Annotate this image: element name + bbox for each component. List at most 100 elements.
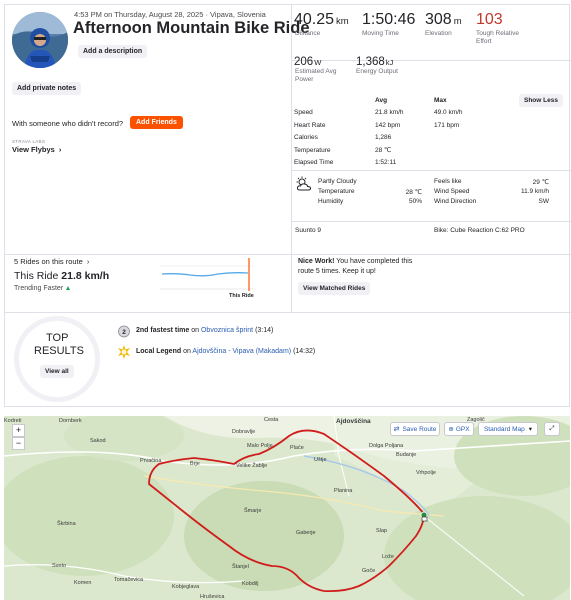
trend-up-icon xyxy=(66,286,71,291)
weather-humidity-value: 50% xyxy=(408,198,422,205)
map-place-label: Brje xyxy=(190,461,200,467)
table-row: Calories 1,286 xyxy=(294,132,494,145)
trending-label: Trending Faster xyxy=(14,285,64,292)
gpx-download-button[interactable]: ⊕ GPX xyxy=(444,422,474,436)
add-friends-button[interactable]: Add Friends xyxy=(130,116,183,129)
rides-on-route-label: 5 Rides on this route xyxy=(14,257,83,266)
result-on: on xyxy=(189,327,201,334)
chevron-down-icon: ▾ xyxy=(528,426,533,433)
map-place-label: Planina xyxy=(334,488,353,494)
weather-wind-direction-value: SW xyxy=(538,198,549,205)
column-divider xyxy=(291,255,292,312)
route-finish-marker xyxy=(421,516,428,522)
map-place-label: Uštje xyxy=(314,457,327,463)
stats-divider xyxy=(291,170,571,171)
fullscreen-button[interactable]: ⤢ xyxy=(544,422,560,436)
weather-feels-like-value: 29 ℃ xyxy=(532,179,549,186)
map-place-label: Kobdilj xyxy=(242,581,259,587)
map-place-label: Cesta xyxy=(264,417,279,423)
row-max: 171 bpm xyxy=(434,121,460,129)
table-row: Temperature 28 ℃ xyxy=(294,144,494,157)
row-label: Speed xyxy=(294,109,313,117)
gpx-label: GPX xyxy=(455,425,470,433)
weather-humidity-label: Humidity xyxy=(318,198,344,205)
map-place-label: Tomačevica xyxy=(114,577,144,583)
table-row: Elapsed Time 1:52:11 xyxy=(294,157,494,170)
stat-relative-effort-label[interactable]: Tough Relative Effort xyxy=(476,30,520,46)
row-avg: 1:52:11 xyxy=(375,159,397,167)
table-header-avg: Avg xyxy=(375,96,388,104)
map-place-label: Malo Polje xyxy=(247,443,273,449)
add-private-notes-button[interactable]: Add private notes xyxy=(12,82,82,95)
weather-feels-like-label: Feels like xyxy=(434,178,462,185)
rides-on-route-link[interactable]: 5 Rides on this route › xyxy=(14,257,89,266)
local-legend-icon xyxy=(117,345,131,364)
table-row: Heart Rate 142 bpm 171 bpm xyxy=(294,119,494,132)
map-place-label: Kobjeglava xyxy=(172,584,200,590)
view-matched-rides-button[interactable]: View Matched Rides xyxy=(298,282,371,295)
view-flybys-label: View Flybys xyxy=(12,145,55,154)
zoom-out-button[interactable]: − xyxy=(12,437,25,450)
result-title: Local Legend xyxy=(136,348,182,355)
row-max xyxy=(434,144,494,157)
top-results-title-2: RESULTS xyxy=(34,345,84,357)
stat-distance-value: 40.25 km xyxy=(294,11,349,28)
view-flybys-link[interactable]: View Flybys › xyxy=(12,145,61,154)
section-divider xyxy=(5,312,571,313)
save-route-label: Save Route xyxy=(402,425,437,433)
view-all-button[interactable]: View all xyxy=(40,365,74,378)
result-on: on xyxy=(181,348,193,355)
map-place-label: Ajdovščina xyxy=(336,418,371,425)
map-style-label: Standard Map xyxy=(483,425,525,433)
stat-elevation-value: 308 m xyxy=(425,11,462,28)
map-place-label: Sveto xyxy=(52,563,67,569)
map-place-label: Prvačina xyxy=(140,458,162,464)
map-place-label: Budanje xyxy=(396,452,417,458)
nice-work-message: Nice Work! You have completed this route… xyxy=(298,257,424,277)
weather-wind-speed-value: 11.9 km/h xyxy=(520,188,549,195)
map-place-label: Štanjel xyxy=(232,564,249,570)
map-place-label: Slap xyxy=(376,528,388,534)
result-item: 2nd fastest time on Obvoznica šprint (3:… xyxy=(136,327,273,334)
chevron-right-icon: › xyxy=(86,257,90,266)
section-divider xyxy=(5,254,571,255)
chevron-right-icon: › xyxy=(58,145,62,154)
athlete-avatar[interactable] xyxy=(12,12,68,68)
map-place-label: Dobravlje xyxy=(232,429,256,435)
route-map[interactable]: Kodreti Ajdovščina Dornberk Sakod Prvači… xyxy=(4,416,570,600)
row-max xyxy=(434,157,494,170)
stat-power-value: 206W xyxy=(294,56,322,68)
download-icon: ⊕ xyxy=(448,426,454,433)
map-place-label: Gaberje xyxy=(296,530,316,536)
this-ride-label: This Ride xyxy=(14,270,59,282)
weather-wind-direction-label: Wind Direction xyxy=(434,198,477,205)
stat-moving-time-value: 1:50:46 xyxy=(362,11,416,28)
table-header-blank xyxy=(294,94,375,107)
stat-energy-value: 1,368kJ xyxy=(356,56,394,68)
row-label: Calories xyxy=(294,134,318,142)
strava-labs-label: STRAVA LABS xyxy=(12,139,46,144)
segment-link[interactable]: Ajdovščina - Vipava (Makadam) xyxy=(192,348,291,355)
show-less-button[interactable]: Show Less xyxy=(519,94,563,107)
map-terrain xyxy=(4,416,570,600)
add-description-button[interactable]: Add a description xyxy=(78,45,148,58)
map-place-label: Dolga Poljana xyxy=(369,443,404,449)
table-row: Speed 21.8 km/h 49.0 km/h xyxy=(294,107,494,120)
this-ride-value: 21.8 km/h xyxy=(61,270,110,282)
weather-condition: Partly Cloudy xyxy=(318,178,357,185)
map-style-select[interactable]: Standard Map ▾ xyxy=(478,422,538,436)
result-time: (14:32) xyxy=(291,348,316,355)
activity-title: Afternoon Mountain Bike Ride xyxy=(73,19,310,37)
stats-divider xyxy=(291,60,571,61)
with-someone-text: With someone who didn't record? xyxy=(12,119,124,128)
top-results-badge xyxy=(14,316,100,402)
chart-marker-label: This Ride xyxy=(229,293,254,299)
segment-link[interactable]: Obvoznica šprint xyxy=(201,327,253,334)
map-place-label: Hruševica xyxy=(200,594,225,600)
map-place-label: Goče xyxy=(362,568,376,574)
row-label: Heart Rate xyxy=(294,121,326,129)
save-route-button[interactable]: ⇄ Save Route xyxy=(390,422,440,436)
zoom-in-button[interactable]: + xyxy=(12,424,25,437)
map-place-label: Plače xyxy=(290,445,304,451)
row-avg: 1,286 xyxy=(375,134,392,142)
